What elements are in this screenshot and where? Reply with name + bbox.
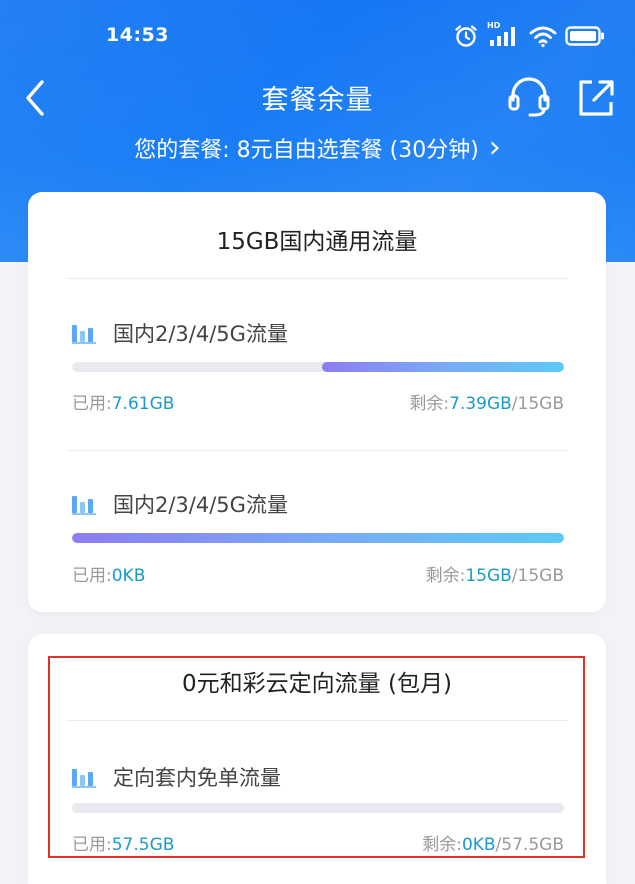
current-plan-link[interactable]: 您的套餐: 8元自由选套餐 (30分钟) › — [0, 128, 635, 168]
usage-progress-fill — [321, 362, 564, 372]
card-title: 15GB国内通用流量 — [216, 229, 418, 255]
status-icons: HD — [453, 21, 605, 50]
total-amount: /15GB — [511, 566, 564, 586]
status-time: 14:53 — [106, 24, 169, 46]
divider — [66, 450, 568, 451]
headset-icon — [508, 77, 550, 117]
customer-service-button[interactable] — [506, 74, 552, 120]
remain-value: 7.39GB — [449, 394, 512, 414]
remain-prefix: 剩余: — [409, 394, 450, 414]
usage-progress-bar — [72, 362, 564, 372]
alarm-icon — [453, 23, 479, 49]
used-prefix: 已用: — [72, 566, 112, 586]
navbar: 套餐余量 — [0, 68, 635, 128]
used-prefix: 已用: — [72, 394, 112, 414]
usage-item-label: 国内2/3/4/5G流量 — [72, 318, 288, 348]
current-plan-text: 您的套餐: 8元自由选套餐 (30分钟) — [134, 138, 479, 163]
usage-item-label: 国内2/3/4/5G流量 — [72, 489, 288, 519]
divider — [66, 278, 568, 279]
used-amount: 已用:0KB — [72, 561, 145, 586]
share-button[interactable] — [574, 74, 618, 120]
hd-signal-icon: HD — [487, 21, 521, 49]
highlight-box — [48, 656, 585, 858]
usage-progress-bar — [72, 533, 564, 543]
used-amount: 已用:7.61GB — [72, 389, 174, 414]
remain-prefix: 剩余: — [425, 566, 466, 586]
battery-icon — [565, 25, 605, 47]
bar-chart-icon — [72, 325, 96, 344]
remaining-amount: 剩余:15GB/15GB — [426, 561, 564, 586]
remaining-amount: 剩余:7.39GB/15GB — [409, 389, 564, 414]
bar-chart-icon — [72, 496, 96, 515]
general-data-card: 15GB国内通用流量 国内2/3/4/5G流量 已用:7.61GB 剩余:7.3… — [28, 192, 606, 612]
share-icon — [579, 80, 614, 116]
usage-item-name: 国内2/3/4/5G流量 — [113, 322, 288, 346]
wifi-icon — [529, 24, 557, 48]
used-value: 7.61GB — [111, 394, 175, 414]
status-bar: 14:53 HD — [0, 0, 635, 68]
total-amount: /15GB — [511, 394, 564, 414]
used-value: 0KB — [111, 566, 146, 586]
remain-value: 15GB — [465, 566, 512, 586]
chevron-right-icon: › — [488, 130, 501, 165]
usage-item-name: 国内2/3/4/5G流量 — [113, 493, 288, 517]
usage-progress-fill — [72, 533, 564, 543]
